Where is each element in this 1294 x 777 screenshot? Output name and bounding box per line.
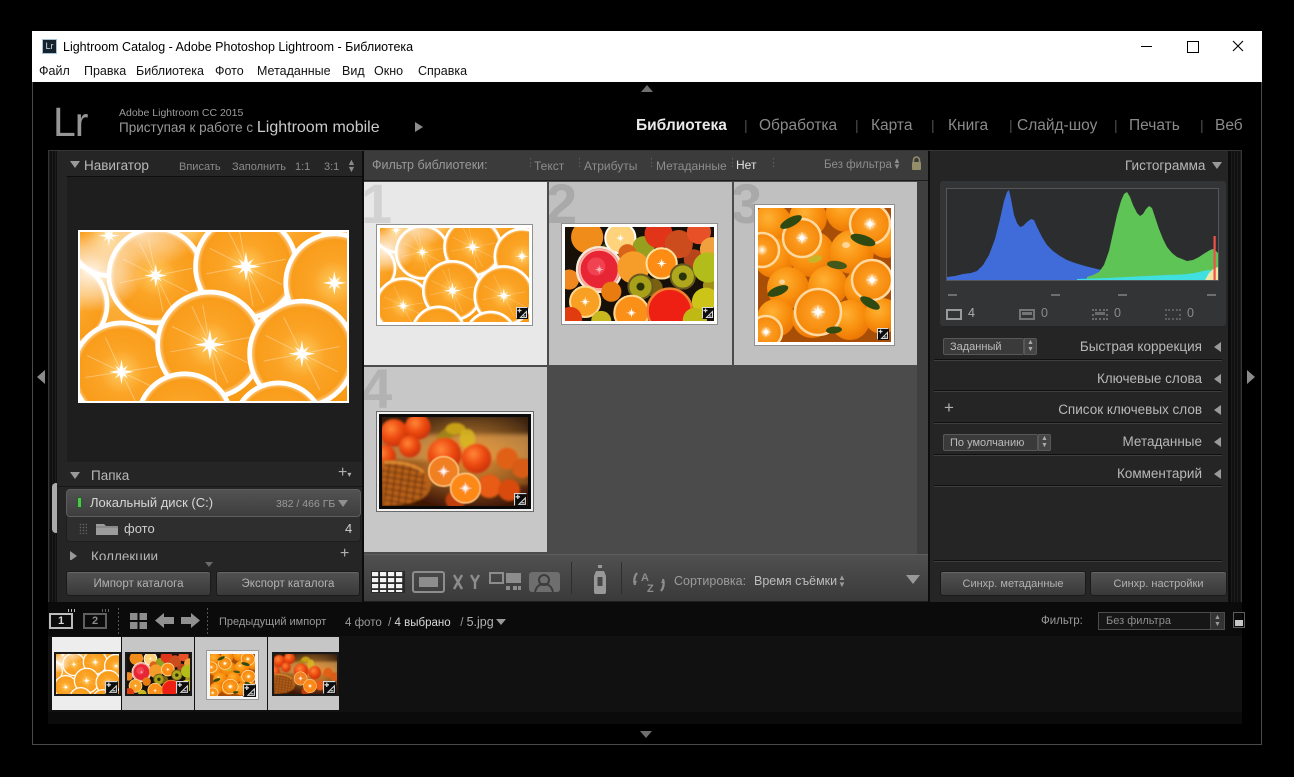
svg-text:Z: Z (647, 583, 654, 594)
